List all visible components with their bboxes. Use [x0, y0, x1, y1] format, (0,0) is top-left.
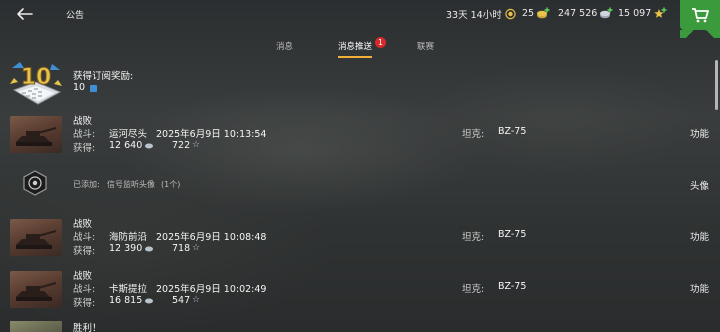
tank-label: 坦克: [462, 232, 485, 243]
battle-result: 胜利！ [73, 323, 102, 332]
earned-credits: 16 815 [109, 295, 143, 306]
tank-icon [16, 127, 57, 146]
battle-datetime: 2025年6月9日 10:02:49 [156, 284, 267, 295]
xp-star-icon: ☆ [192, 295, 201, 305]
premium-time-value: 33天 14小时 [446, 10, 502, 21]
earned-xp: 718 [172, 243, 191, 254]
avatar-added-row[interactable]: 已添加: 信号监听头像 (1个) 头像 [0, 166, 712, 206]
battle-map: 卡斯提拉 [109, 284, 148, 295]
premium-time[interactable]: 33天 14小时 [446, 7, 517, 21]
battle-label: 战斗: [73, 232, 96, 243]
free-xp-star-icon [654, 7, 667, 18]
battle-datetime: 2025年6月9日 10:08:48 [156, 232, 267, 243]
shop-button[interactable] [680, 0, 720, 38]
credit-coin-icon [145, 143, 153, 149]
signal-avatar-icon [23, 170, 47, 196]
back-button[interactable] [12, 4, 36, 24]
tab-push-messages[interactable]: 消息推送 [338, 40, 372, 52]
tank-label: 坦克: [462, 129, 485, 140]
tab-bar: 消息 消息推送 联赛 [0, 36, 720, 58]
tank-name: BZ-75 [498, 281, 527, 292]
credit-coin-icon [145, 246, 153, 252]
credits-value: 247 526 [558, 8, 598, 19]
battle-result: 战败 [73, 219, 93, 230]
avatar-emblem [22, 170, 48, 196]
tab-messages[interactable]: 消息 [276, 40, 293, 52]
shopping-cart-icon [692, 8, 709, 23]
avatar-added-label: 已添加: [73, 180, 100, 189]
credits-icon [600, 7, 613, 19]
battle-result-row[interactable]: 战败 战斗: 海防前沿 2025年6月9日 10:08:48 获得: 12 39… [0, 216, 712, 266]
notification-badge: 1 [375, 37, 386, 48]
gold-icon [90, 85, 97, 92]
credits-balance[interactable]: 247 526 [558, 7, 613, 20]
calendar-emblem-icon: 10 [10, 62, 62, 105]
earned-label: 获得: [73, 246, 96, 257]
xp-star-icon: ☆ [192, 243, 201, 253]
subscription-amount: 10 [73, 82, 86, 93]
tank-thumbnail [10, 321, 62, 332]
tab-league[interactable]: 联赛 [417, 40, 434, 52]
function-button[interactable]: 功能 [690, 281, 709, 295]
gold-balance[interactable]: 25 [522, 7, 550, 20]
earned-credits: 12 390 [109, 243, 143, 254]
tank-thumbnail [10, 271, 62, 308]
battle-result: 战败 [73, 116, 93, 127]
earned-label: 获得: [73, 143, 96, 154]
avatar-name: 信号监听头像 [107, 180, 155, 189]
page-title: 公告 [66, 11, 85, 21]
arrow-left-icon [17, 8, 33, 20]
free-xp-value: 15 097 [618, 8, 652, 19]
earned-xp: 722 [172, 140, 191, 151]
battle-result-row[interactable]: 战败 战斗: 运河尽头 2025年6月9日 10:13:54 获得: 12 64… [0, 113, 712, 163]
tank-icon [16, 230, 57, 249]
tank-name: BZ-75 [498, 229, 527, 240]
battle-map: 海防前沿 [109, 232, 148, 243]
tank-label: 坦克: [462, 284, 485, 295]
subscription-reward-row[interactable]: 10 获得订阅奖励: 10 [0, 60, 712, 112]
battle-map: 运河尽头 [109, 129, 148, 140]
subscription-title: 获得订阅奖励: [73, 71, 134, 82]
battle-result-row[interactable]: 胜利！ [0, 319, 712, 332]
battle-result-row[interactable]: 战败 战斗: 卡斯提拉 2025年6月9日 10:02:49 获得: 16 81… [0, 268, 712, 318]
gold-icon [537, 7, 550, 19]
avatar-button[interactable]: 头像 [690, 178, 709, 192]
credit-coin-icon [145, 298, 153, 304]
battle-label: 战斗: [73, 284, 96, 295]
free-xp-balance[interactable]: 15 097 [618, 7, 667, 20]
avatar-count: (1个) [161, 180, 181, 189]
battle-result: 战败 [73, 271, 93, 282]
earned-label: 获得: [73, 298, 96, 309]
tank-thumbnail [10, 219, 62, 256]
top-bar: 公告 33天 14小时 25 247 526 15 097 [0, 0, 720, 38]
premium-laurel-icon [505, 8, 516, 20]
battle-datetime: 2025年6月9日 10:13:54 [156, 129, 267, 140]
earned-xp: 547 [172, 295, 191, 306]
scrollbar[interactable] [715, 60, 718, 110]
subscription-emblem: 10 [8, 58, 64, 110]
xp-star-icon: ☆ [192, 140, 201, 150]
tank-thumbnail [10, 116, 62, 153]
gold-value: 25 [522, 8, 535, 19]
svg-text:10: 10 [21, 65, 52, 90]
tank-name: BZ-75 [498, 126, 527, 137]
earned-credits: 12 640 [109, 140, 143, 151]
battle-label: 战斗: [73, 129, 96, 140]
function-button[interactable]: 功能 [690, 126, 709, 140]
function-button[interactable]: 功能 [690, 229, 709, 243]
tank-icon [16, 282, 57, 301]
active-tab-indicator [338, 56, 372, 58]
